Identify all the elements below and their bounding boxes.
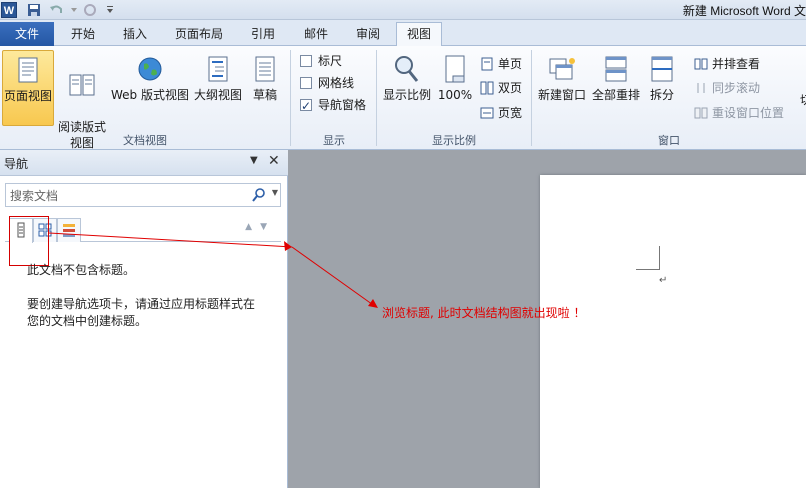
arrowhead-2 — [368, 299, 378, 308]
arrow-line-2 — [291, 246, 377, 308]
annotation-text: 浏览标题, 此时文档结构图就出现啦 ！ — [382, 306, 586, 320]
annotation-arrows — [48, 232, 378, 308]
arrow-line-1 — [48, 232, 293, 248]
arrowhead-1 — [284, 241, 292, 251]
